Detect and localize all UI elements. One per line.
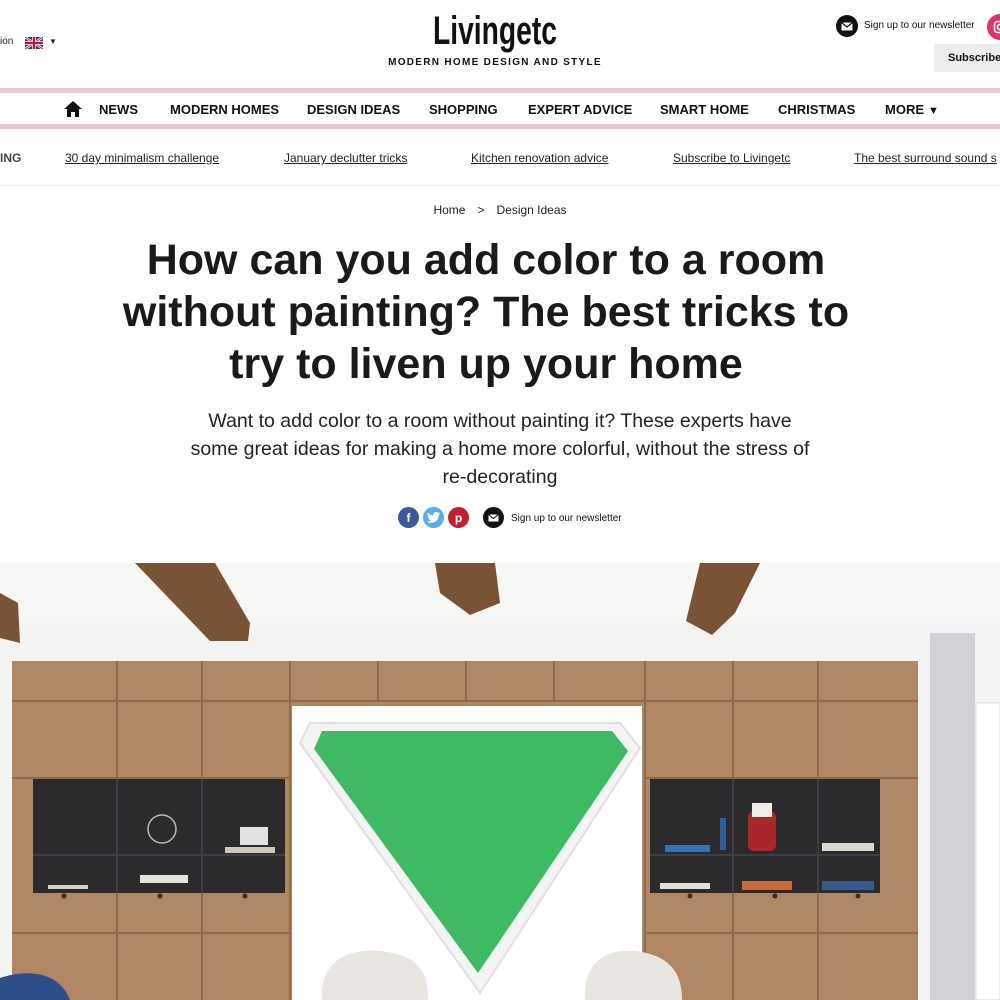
breadcrumb-section[interactable]: Design Ideas	[496, 203, 566, 217]
envelope-icon[interactable]	[483, 507, 504, 528]
nav-more-label: MORE	[885, 102, 924, 117]
nav-top-rule	[0, 88, 1000, 93]
trending-link[interactable]: The best surround sound s	[854, 151, 997, 165]
caret-down-icon: ▼	[928, 105, 939, 117]
nav-item-expert-advice[interactable]: EXPERT ADVICE	[528, 102, 632, 117]
twitter-share-icon[interactable]	[423, 507, 444, 528]
article-standfirst: Want to add color to a room without pain…	[190, 410, 810, 488]
nav-item-smart-home[interactable]: SMART HOME	[660, 102, 749, 117]
instagram-icon[interactable]	[987, 14, 1000, 40]
pinterest-share-icon[interactable]: p	[448, 507, 469, 528]
subscribe-button[interactable]: Subscribe	[934, 44, 1000, 72]
nav-item-news[interactable]: NEWS	[99, 102, 138, 117]
article-headline: How can you add color to a room without …	[122, 236, 850, 388]
breadcrumb-home[interactable]: Home	[433, 203, 465, 217]
site-tagline: MODERN HOME DESIGN AND STYLE	[388, 57, 602, 68]
trending-link[interactable]: Subscribe to Livingetc	[673, 151, 790, 165]
site-logo[interactable]: Livingetc	[425, 6, 565, 54]
newsletter-signup-link[interactable]: Sign up to our newsletter	[864, 20, 975, 31]
trending-link[interactable]: 30 day minimalism challenge	[65, 151, 219, 165]
main-nav: NEWS MODERN HOMES DESIGN IDEAS SHOPPING …	[0, 94, 1000, 124]
newsletter-signup-link[interactable]: Sign up to our newsletter	[511, 513, 622, 524]
facebook-share-icon[interactable]: f	[398, 507, 419, 528]
uk-flag-icon[interactable]	[25, 37, 43, 49]
edition-label[interactable]: ion	[0, 36, 13, 47]
trending-link[interactable]: January declutter tricks	[284, 151, 407, 165]
nav-bottom-rule	[0, 124, 1000, 129]
nav-item-modern-homes[interactable]: MODERN HOMES	[170, 102, 279, 117]
edition-caret-icon[interactable]: ▼	[49, 37, 57, 46]
nav-item-more[interactable]: MORE ▼	[885, 102, 939, 117]
breadcrumb: Home > Design Ideas	[0, 203, 1000, 217]
site-header: ion ▼ Livingetc MODERN HOME DESIGN AND S…	[0, 0, 1000, 88]
svg-text:Livingetc: Livingetc	[433, 9, 557, 53]
nav-item-christmas[interactable]: CHRISTMAS	[778, 102, 855, 117]
trending-bar: ING 30 day minimalism challenge January …	[0, 134, 1000, 186]
home-icon[interactable]	[64, 101, 82, 117]
nav-item-shopping[interactable]: SHOPPING	[429, 102, 498, 117]
trending-link[interactable]: Kitchen renovation advice	[471, 151, 608, 165]
trending-label: ING	[0, 151, 22, 165]
breadcrumb-separator: >	[477, 203, 485, 217]
nav-item-design-ideas[interactable]: DESIGN IDEAS	[307, 102, 400, 117]
hero-image	[0, 563, 1000, 1000]
envelope-icon[interactable]	[836, 15, 858, 37]
